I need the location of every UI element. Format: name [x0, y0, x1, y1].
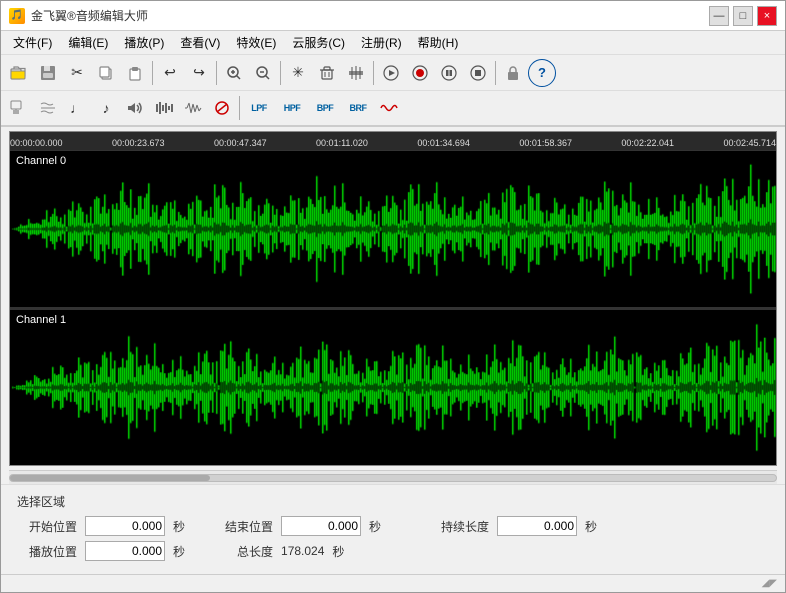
- lpf-button[interactable]: LPF: [243, 94, 275, 122]
- toolbar-effects: ♩ ♪ LPF HPF BPF BRF: [1, 91, 785, 127]
- menu-effect[interactable]: 特效(E): [228, 32, 284, 53]
- title-controls: — □ ×: [709, 6, 777, 26]
- play-pos-label: 播放位置: [17, 543, 77, 560]
- tb2-mute[interactable]: [208, 94, 236, 122]
- window-title: 金飞翼®音频编辑大师: [31, 7, 148, 24]
- sep3: [280, 61, 281, 85]
- stop-button[interactable]: [464, 59, 492, 87]
- status-bar: ◢◤: [1, 574, 785, 592]
- hpf-button[interactable]: HPF: [276, 94, 308, 122]
- total-len-label: 总长度: [213, 543, 273, 560]
- tb2-btn2[interactable]: [34, 94, 62, 122]
- bpf-button[interactable]: BPF: [309, 94, 341, 122]
- scrollbar-track[interactable]: [9, 474, 777, 482]
- duration-label: 持续长度: [409, 518, 489, 535]
- menu-cloud[interactable]: 云服务(C): [284, 32, 353, 53]
- channel-1-panel[interactable]: Channel 1: [10, 309, 776, 466]
- start-unit: 秒: [173, 518, 185, 535]
- total-len-value: 178.024: [281, 544, 324, 558]
- tb2-btn4[interactable]: ♪: [92, 94, 120, 122]
- open-button[interactable]: [5, 59, 33, 87]
- undo-button[interactable]: ↩: [156, 59, 184, 87]
- time-mark-2: 00:00:47.347: [214, 138, 267, 148]
- tb2-btn3[interactable]: ♩: [63, 94, 91, 122]
- time-mark-7: 00:02:45.714: [723, 138, 776, 148]
- app-icon: 🎵: [9, 8, 25, 24]
- start-input[interactable]: [85, 516, 165, 536]
- sep4: [373, 61, 374, 85]
- silence-button[interactable]: [342, 59, 370, 87]
- zoom-in-button[interactable]: [220, 59, 248, 87]
- custom-filter-button[interactable]: [375, 94, 403, 122]
- time-mark-1: 00:00:23.673: [112, 138, 165, 148]
- start-label: 开始位置: [17, 518, 77, 535]
- info-panel: 选择区域 开始位置 秒 结束位置 秒 持续长度 秒 播放位置 秒 总长度 178…: [1, 484, 785, 574]
- menu-play[interactable]: 播放(P): [116, 32, 172, 53]
- scrollbar-thumb[interactable]: [10, 475, 210, 481]
- sep2: [216, 61, 217, 85]
- redo-button[interactable]: ↪: [185, 59, 213, 87]
- lock-button[interactable]: [499, 59, 527, 87]
- zoom-out-button[interactable]: [249, 59, 277, 87]
- tb2-btn1[interactable]: [5, 94, 33, 122]
- copy-button[interactable]: [92, 59, 120, 87]
- menu-file[interactable]: 文件(F): [5, 32, 60, 53]
- channels: Channel 0 // We'll do this via inline ge…: [10, 150, 776, 465]
- channel-0-panel[interactable]: Channel 0 // We'll do this via inline ge…: [10, 150, 776, 309]
- delete-button[interactable]: [313, 59, 341, 87]
- title-bar: 🎵 金飞翼®音频编辑大师 — □ ×: [1, 1, 785, 31]
- minimize-button[interactable]: —: [709, 6, 729, 26]
- brf-button[interactable]: BRF: [342, 94, 374, 122]
- info-row-1: 开始位置 秒 结束位置 秒 持续长度 秒: [17, 516, 769, 536]
- channel-1-label: Channel 1: [16, 314, 66, 326]
- time-mark-3: 00:01:11.020: [316, 138, 368, 148]
- play-button[interactable]: [377, 59, 405, 87]
- time-mark-6: 00:02:22.041: [621, 138, 674, 148]
- channel-1-canvas[interactable]: [10, 310, 776, 466]
- time-mark-0: 00:00:00.000: [10, 138, 63, 148]
- duration-input[interactable]: [497, 516, 577, 536]
- play-pos-input[interactable]: [85, 541, 165, 561]
- channel-0-canvas[interactable]: [10, 151, 776, 307]
- main-window: 🎵 金飞翼®音频编辑大师 — □ × 文件(F) 编辑(E) 播放(P) 查看(…: [0, 0, 786, 593]
- tb2-volume[interactable]: [121, 94, 149, 122]
- save-button[interactable]: [34, 59, 62, 87]
- end-unit: 秒: [369, 518, 381, 535]
- help-button[interactable]: ?: [528, 59, 556, 87]
- tb2-waveform2[interactable]: [179, 94, 207, 122]
- sep5: [495, 61, 496, 85]
- menu-register[interactable]: 注册(R): [353, 32, 410, 53]
- timeline-ruler: 00:00:00.000 00:00:23.673 00:00:47.347 0…: [10, 132, 776, 150]
- title-left: 🎵 金飞翼®音频编辑大师: [9, 7, 148, 24]
- sep6: [239, 96, 240, 120]
- tb2-waveform1[interactable]: [150, 94, 178, 122]
- cut-button[interactable]: ✂: [63, 59, 91, 87]
- time-mark-5: 00:01:58.367: [519, 138, 572, 148]
- pause-button[interactable]: [435, 59, 463, 87]
- total-len-unit: 秒: [332, 543, 344, 560]
- end-label: 结束位置: [213, 518, 273, 535]
- mix-button[interactable]: ✳: [284, 59, 312, 87]
- timeline-marks: 00:00:00.000 00:00:23.673 00:00:47.347 0…: [10, 138, 776, 148]
- channel-0-label: Channel 0: [16, 155, 66, 167]
- toolbar-main: ✂ ↩ ↪ ✳: [1, 55, 785, 91]
- menu-view[interactable]: 查看(V): [172, 32, 228, 53]
- info-row-2: 播放位置 秒 总长度 178.024 秒: [17, 541, 769, 561]
- time-mark-4: 00:01:34.694: [417, 138, 470, 148]
- paste-button[interactable]: [121, 59, 149, 87]
- status-text: ◢◤: [762, 578, 777, 589]
- menu-help[interactable]: 帮助(H): [410, 32, 467, 53]
- selection-title: 选择区域: [17, 493, 769, 510]
- end-input[interactable]: [281, 516, 361, 536]
- duration-unit: 秒: [585, 518, 597, 535]
- menu-edit[interactable]: 编辑(E): [60, 32, 116, 53]
- record-button[interactable]: [406, 59, 434, 87]
- sep1: [152, 61, 153, 85]
- close-button[interactable]: ×: [757, 6, 777, 26]
- maximize-button[interactable]: □: [733, 6, 753, 26]
- play-pos-unit: 秒: [173, 543, 185, 560]
- horizontal-scrollbar[interactable]: [9, 470, 777, 484]
- menu-bar: 文件(F) 编辑(E) 播放(P) 查看(V) 特效(E) 云服务(C) 注册(…: [1, 31, 785, 55]
- waveform-area[interactable]: 00:00:00.000 00:00:23.673 00:00:47.347 0…: [9, 131, 777, 466]
